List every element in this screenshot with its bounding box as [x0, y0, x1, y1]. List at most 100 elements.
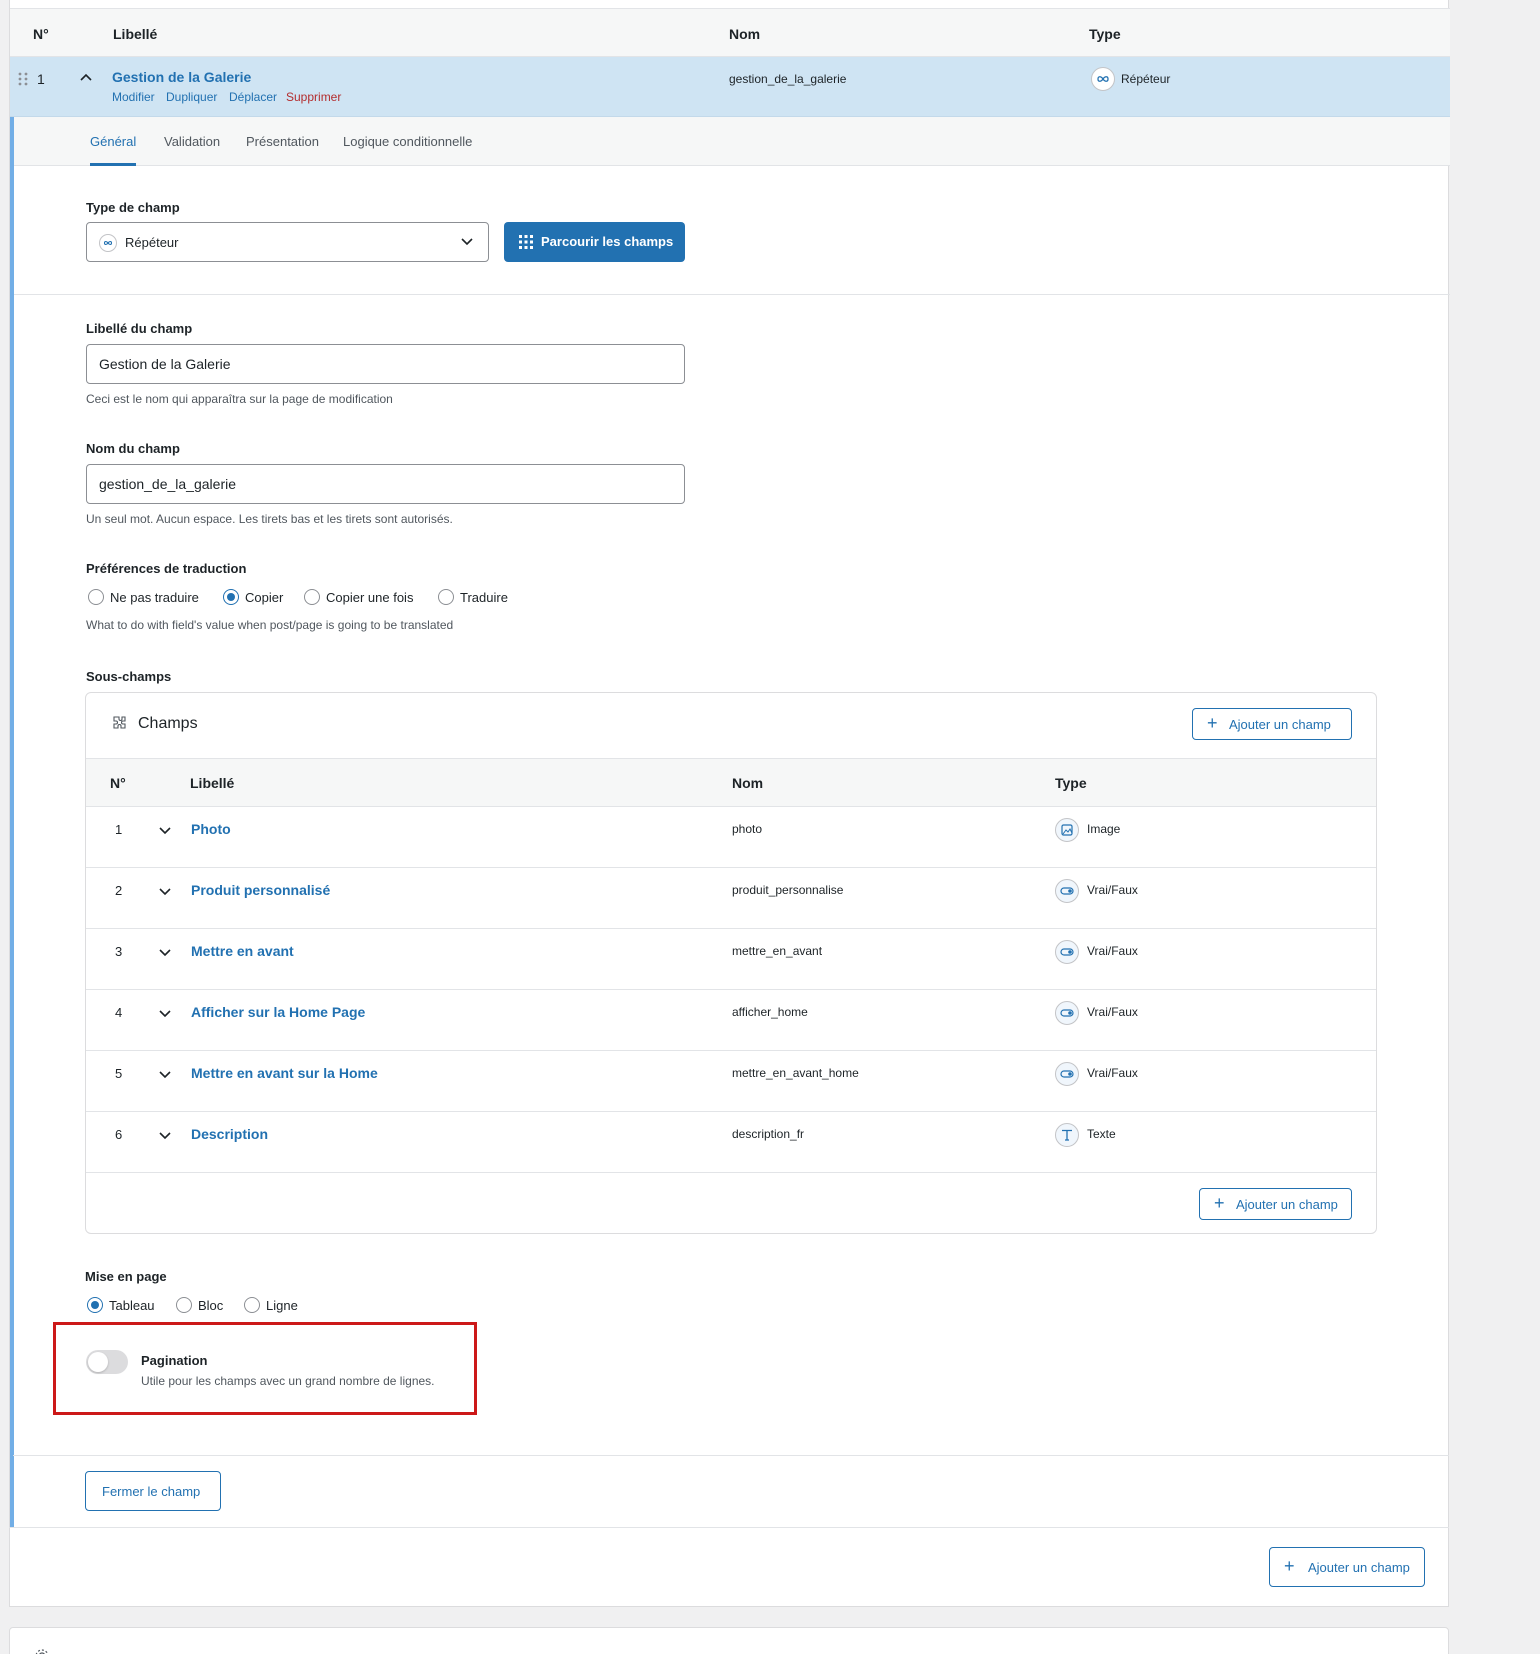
subfield-num: 5: [115, 1066, 123, 1081]
toggle-icon: [1055, 879, 1079, 903]
plus-icon: +: [1207, 713, 1218, 733]
subfield-type: Vrai/Faux: [1087, 1066, 1138, 1080]
plus-icon: +: [1284, 1556, 1295, 1576]
subfield-label-link[interactable]: Afficher sur la Home Page: [191, 1004, 365, 1020]
subfield-slug: mettre_en_avant_home: [732, 1066, 859, 1080]
add-field-label: Ajouter un champ: [1308, 1560, 1410, 1575]
toggle-icon: [1055, 940, 1079, 964]
add-subfield-button-bottom[interactable]: + Ajouter un champ: [1199, 1188, 1352, 1220]
translation-heading: Préférences de traduction: [86, 561, 247, 576]
radio-layout-block[interactable]: [176, 1297, 192, 1313]
open-field-indicator: [10, 117, 14, 1527]
radio-no-translate[interactable]: [88, 589, 104, 605]
chevron-down-icon[interactable]: [159, 1129, 171, 1141]
radio-layout-block-label: Bloc: [198, 1298, 224, 1313]
header-label: Libellé: [113, 26, 158, 42]
subheader-name: Nom: [732, 775, 764, 791]
field-label-input[interactable]: Gestion de la Galerie: [86, 344, 685, 384]
field-label-link[interactable]: Gestion de la Galerie: [112, 69, 251, 85]
layout-heading: Mise en page: [85, 1269, 167, 1284]
header-name: Nom: [729, 26, 761, 42]
drag-handle-icon[interactable]: [18, 72, 28, 86]
field-label-hint: Ceci est le nom qui apparaîtra sur la pa…: [86, 392, 393, 406]
close-field-label: Fermer le champ: [102, 1484, 201, 1499]
subfield-row[interactable]: 5 Mettre en avant sur la Home mettre_en_…: [86, 1051, 1376, 1112]
subfield-row[interactable]: 4 Afficher sur la Home Page afficher_hom…: [86, 990, 1376, 1051]
subfield-label-link[interactable]: Mettre en avant sur la Home: [191, 1065, 378, 1081]
edit-link[interactable]: Modifier: [112, 90, 155, 104]
radio-copy-once[interactable]: [304, 589, 320, 605]
subfield-row[interactable]: 3 Mettre en avant mettre_en_avant Vrai/F…: [86, 929, 1376, 990]
subfield-row[interactable]: 1 Photo photo Image: [86, 807, 1376, 868]
subfield-row[interactable]: 6 Description description_fr Texte: [86, 1112, 1376, 1173]
annotation-highlight-box: [53, 1322, 477, 1415]
add-subfield-button-top[interactable]: + Ajouter un champ: [1192, 708, 1352, 740]
browse-fields-button[interactable]: Parcourir les champs: [504, 222, 685, 262]
subfield-type: Texte: [1087, 1127, 1116, 1141]
radio-translate[interactable]: [438, 589, 454, 605]
subfield-num: 3: [115, 944, 123, 959]
field-settings-tabs: Général Validation Présentation Logique …: [14, 117, 1450, 166]
subfield-slug: afficher_home: [732, 1005, 808, 1019]
field-row-gestion[interactable]: 1 Gestion de la Galerie Modifier Dupliqu…: [10, 57, 1450, 117]
header-num: N°: [33, 26, 49, 42]
move-link[interactable]: Déplacer: [229, 90, 277, 104]
radio-no-translate-label: Ne pas traduire: [110, 590, 199, 605]
subfields-heading: Sous-champs: [86, 669, 172, 684]
subfield-type: Vrai/Faux: [1087, 944, 1138, 958]
fields-table-header: N° Libellé Nom Type: [10, 8, 1450, 57]
radio-copy[interactable]: [223, 589, 239, 605]
chevron-down-icon[interactable]: [159, 1068, 171, 1080]
field-name-input[interactable]: gestion_de_la_galerie: [86, 464, 685, 504]
delete-link[interactable]: Supprimer: [286, 90, 341, 104]
translation-hint: What to do with field's value when post/…: [86, 618, 454, 632]
subheader-label: Libellé: [190, 775, 235, 791]
radio-layout-table[interactable]: [87, 1297, 103, 1313]
duplicate-link[interactable]: Dupliquer: [166, 90, 217, 104]
toggle-icon: [1055, 1062, 1079, 1086]
plus-icon: +: [1214, 1193, 1225, 1213]
tab-general[interactable]: Général: [90, 134, 136, 149]
chevron-up-icon[interactable]: [80, 73, 92, 83]
chevron-down-icon[interactable]: [159, 824, 171, 836]
chevron-down-icon: [461, 238, 473, 246]
subheader-type: Type: [1055, 775, 1087, 791]
field-type-select[interactable]: Répéteur: [86, 222, 489, 262]
chevron-down-icon[interactable]: [159, 1007, 171, 1019]
subfield-num: 4: [115, 1005, 123, 1020]
subfield-num: 6: [115, 1127, 123, 1142]
add-field-button[interactable]: + Ajouter un champ: [1269, 1547, 1425, 1587]
text-icon: [1055, 1123, 1079, 1147]
header-type: Type: [1089, 26, 1121, 42]
subfield-type: Image: [1087, 822, 1121, 836]
add-subfield-label: Ajouter un champ: [1229, 717, 1331, 732]
radio-layout-row[interactable]: [244, 1297, 260, 1313]
grid-icon: [519, 235, 533, 249]
radio-layout-row-label: Ligne: [266, 1298, 298, 1313]
field-label-heading: Libellé du champ: [86, 321, 193, 336]
subfield-slug: mettre_en_avant: [732, 944, 823, 958]
image-icon: [1055, 818, 1079, 842]
field-type-value: Répéteur: [125, 235, 179, 250]
subfield-label-link[interactable]: Mettre en avant: [191, 943, 294, 959]
repeater-icon: [1091, 67, 1115, 91]
active-tab-indicator: [90, 163, 136, 166]
repeater-icon: [99, 234, 117, 252]
next-panel: [9, 1627, 1449, 1654]
subfield-label-link[interactable]: Photo: [191, 821, 231, 837]
subfield-label-link[interactable]: Produit personnalisé: [191, 882, 330, 898]
subfield-label-link[interactable]: Description: [191, 1126, 268, 1142]
field-type-label: Type de champ: [86, 200, 180, 215]
chevron-down-icon[interactable]: [159, 946, 171, 958]
gear-icon: [35, 1649, 49, 1654]
tab-conditional-logic[interactable]: Logique conditionnelle: [343, 134, 472, 149]
close-field-button[interactable]: Fermer le champ: [85, 1471, 221, 1511]
chevron-down-icon[interactable]: [159, 885, 171, 897]
subfield-slug: photo: [732, 822, 763, 836]
tab-presentation[interactable]: Présentation: [246, 134, 319, 149]
browse-fields-label: Parcourir les champs: [541, 234, 674, 249]
subfield-row[interactable]: 2 Produit personnalisé produit_personnal…: [86, 868, 1376, 929]
section-divider: [13, 1455, 1449, 1456]
puzzle-icon: [113, 716, 126, 729]
tab-validation[interactable]: Validation: [164, 134, 220, 149]
